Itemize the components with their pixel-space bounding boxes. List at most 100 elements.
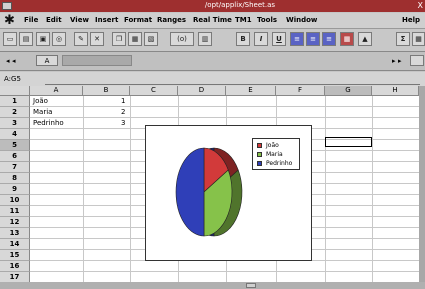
underline-button[interactable]: U <box>272 32 286 46</box>
legend-swatch <box>257 161 262 166</box>
menu-format[interactable]: Format <box>124 16 152 24</box>
title-bar: /opt/applix/Sheet.as X <box>0 0 425 12</box>
cut-icon[interactable]: ✕ <box>90 32 104 46</box>
copy-icon[interactable]: ❐ <box>112 32 126 46</box>
fill-color-icon[interactable]: ▦ <box>340 32 354 46</box>
row-header[interactable]: 4 <box>0 129 30 140</box>
menu-file[interactable]: File <box>24 16 38 24</box>
legend-item: Maria <box>257 151 283 158</box>
gridline <box>372 96 373 282</box>
grid-icon[interactable]: ▦ <box>412 32 425 46</box>
legend-swatch <box>257 152 262 157</box>
pie-chart-plot <box>175 147 243 237</box>
column-header-g[interactable]: G <box>325 86 372 96</box>
corner-header[interactable] <box>0 86 30 96</box>
chart-icon[interactable]: ▥ <box>198 32 212 46</box>
cell-a2[interactable]: Maria <box>33 107 52 117</box>
cell-b1[interactable]: 1 <box>121 96 125 106</box>
window-menu-icon[interactable] <box>2 2 12 10</box>
column-header-c[interactable]: C <box>130 86 178 96</box>
menu-window[interactable]: Window <box>286 16 317 24</box>
row-header[interactable]: 3 <box>0 118 30 129</box>
function-icon[interactable]: (o) <box>170 32 194 46</box>
row-header[interactable]: 8 <box>0 173 30 184</box>
legend-item: Pedrinho <box>257 160 292 167</box>
paste-icon[interactable]: ▦ <box>128 32 142 46</box>
style-strip[interactable] <box>62 55 132 66</box>
align-left-icon[interactable]: ≡ <box>290 32 304 46</box>
row-header[interactable]: 13 <box>0 228 30 239</box>
cell-a3[interactable]: Pedrinho <box>33 118 64 128</box>
prev-sheet-icon[interactable]: ◂ ◂ <box>6 57 15 65</box>
column-header-e[interactable]: E <box>226 86 276 96</box>
print-preview-icon[interactable]: ◎ <box>52 32 66 46</box>
legend-swatch <box>257 143 262 148</box>
formula-bar: A:G5 <box>0 72 425 87</box>
align-right-icon[interactable]: ≡ <box>322 32 336 46</box>
cell-b3[interactable]: 3 <box>121 118 125 128</box>
legend-label: João <box>266 142 279 149</box>
bold-button[interactable]: B <box>236 32 250 46</box>
chart-legend: João Maria Pedrinho <box>252 138 300 170</box>
align-center-icon[interactable]: ≡ <box>306 32 320 46</box>
selected-cell-g5[interactable] <box>325 137 372 147</box>
row-header[interactable]: 17 <box>0 272 30 282</box>
save-icon[interactable]: ▣ <box>36 32 50 46</box>
gridline <box>30 271 419 272</box>
horizontal-scrollbar[interactable] <box>0 282 425 289</box>
font-field[interactable]: A <box>36 55 58 66</box>
row-header[interactable]: 2 <box>0 107 30 118</box>
pie-slice-pedrinho[interactable] <box>175 147 205 237</box>
scrollbar-thumb[interactable] <box>246 283 256 288</box>
cell-reference[interactable]: A:G5 <box>4 75 21 83</box>
edit-icon[interactable]: ✎ <box>74 32 88 46</box>
formula-input[interactable] <box>45 74 420 85</box>
close-icon[interactable]: X <box>418 1 423 10</box>
menu-insert[interactable]: Insert <box>95 16 118 24</box>
menu-edit[interactable]: Edit <box>46 16 62 24</box>
row-header[interactable]: 12 <box>0 217 30 228</box>
row-header[interactable]: 9 <box>0 184 30 195</box>
menu-bar: ✱ File Edit View Insert Format Ranges Re… <box>0 13 425 29</box>
toolbar: ▭ ▤ ▣ ◎ ✎ ✕ ❐ ▦ ▧ (o) ▥ B I U ≡ ≡ ≡ ▦ ▲ … <box>0 29 425 52</box>
legend-item: João <box>257 142 279 149</box>
row-header[interactable]: 7 <box>0 162 30 173</box>
gridline <box>130 96 131 282</box>
menu-help[interactable]: Help <box>402 16 420 24</box>
format-painter-icon[interactable]: ▧ <box>144 32 158 46</box>
menu-ranges[interactable]: Ranges <box>157 16 186 24</box>
column-header-f[interactable]: F <box>276 86 325 96</box>
row-header[interactable]: 16 <box>0 261 30 272</box>
cell-b2[interactable]: 2 <box>121 107 125 117</box>
menu-view[interactable]: View <box>70 16 89 24</box>
lock-icon[interactable]: ▲ <box>358 32 372 46</box>
menu-tm1[interactable]: TM1 <box>235 16 252 24</box>
row-header[interactable]: 14 <box>0 239 30 250</box>
applix-logo-icon: ✱ <box>4 13 15 28</box>
legend-label: Pedrinho <box>266 160 293 167</box>
italic-button[interactable]: I <box>254 32 268 46</box>
open-icon[interactable]: ▤ <box>19 32 33 46</box>
next-sheet-icon[interactable]: ▸ ▸ <box>392 57 401 65</box>
gridline <box>30 106 419 107</box>
column-header-b[interactable]: B <box>83 86 130 96</box>
menu-tools[interactable]: Tools <box>257 16 277 24</box>
row-header[interactable]: 11 <box>0 206 30 217</box>
sheet-view-icon[interactable] <box>410 55 424 66</box>
column-header-h[interactable]: H <box>372 86 419 96</box>
row-header[interactable]: 15 <box>0 250 30 261</box>
gridline <box>325 96 326 282</box>
row-header[interactable]: 10 <box>0 195 30 206</box>
column-header-d[interactable]: D <box>178 86 226 96</box>
vertical-scrollbar[interactable] <box>419 86 425 282</box>
row-header[interactable]: 6 <box>0 151 30 162</box>
gridline <box>83 96 84 282</box>
column-header-a[interactable]: A <box>30 86 83 96</box>
autosum-button[interactable]: Σ <box>396 32 410 46</box>
pie-chart[interactable]: João Maria Pedrinho <box>145 125 312 261</box>
menu-real-time[interactable]: Real Time <box>193 16 232 24</box>
row-header[interactable]: 1 <box>0 96 30 107</box>
new-icon[interactable]: ▭ <box>3 32 17 46</box>
cell-a1[interactable]: João <box>33 96 48 106</box>
row-header[interactable]: 5 <box>0 140 30 151</box>
